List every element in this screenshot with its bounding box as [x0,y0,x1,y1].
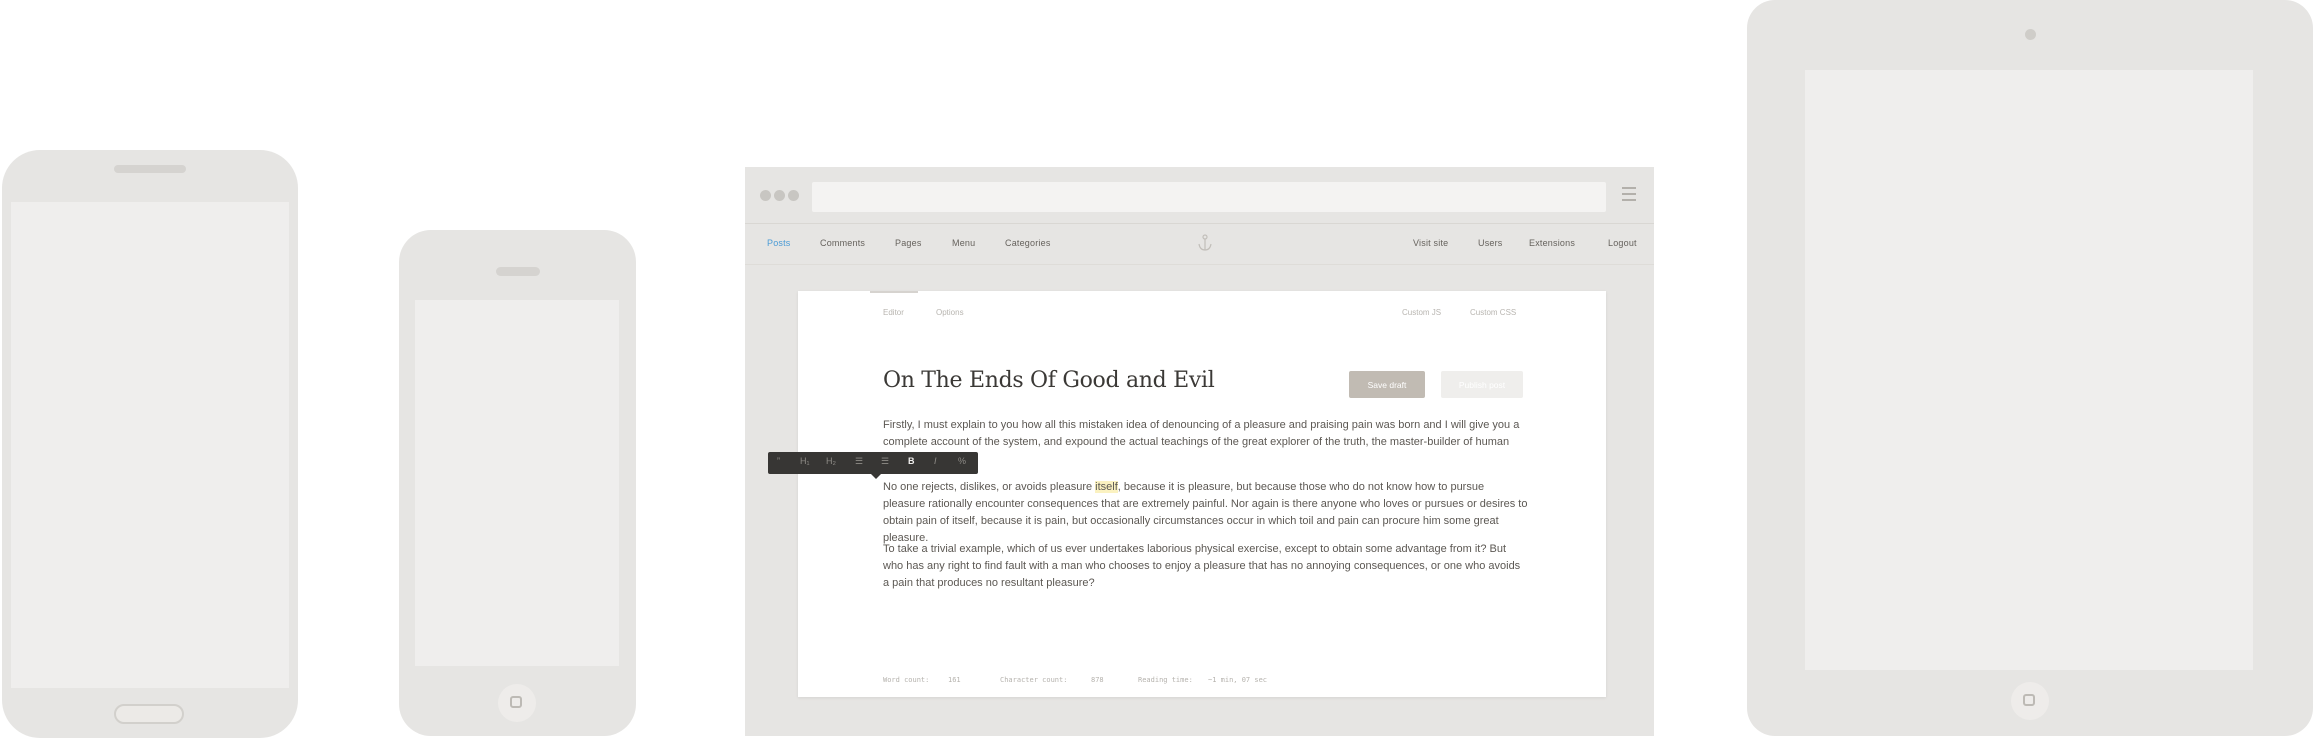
publish-post-button[interactable]: Publish post [1441,371,1523,398]
paragraph-text: To take a trivial example, which of us e… [883,543,1521,589]
paragraph-text: No one rejects, dislikes, or avoids plea… [883,481,1096,493]
android-phone-mockup [2,150,298,738]
selected-text[interactable]: itself [1095,481,1118,493]
window-dot-minimize[interactable] [774,190,785,201]
address-bar[interactable] [812,182,1606,212]
tab-custom-js[interactable]: Custom JS [1402,308,1441,317]
anchor-icon[interactable] [1197,234,1213,252]
heading-2-icon[interactable]: H₂ [826,456,836,466]
browser-chrome [745,167,1654,224]
heading-1-icon[interactable]: H₁ [800,456,810,466]
menu-icon[interactable] [1622,187,1636,201]
bold-icon[interactable]: B [908,456,915,466]
toolbar-caret [871,474,881,479]
reading-time-label: Reading time: [1138,676,1193,684]
speaker-slot [114,165,186,173]
tablet-screen [1805,70,2253,670]
camera-dot [2025,29,2036,40]
format-toolbar: ” H₁ H₂ ☰ ☰ B I % [768,452,978,479]
nav-extensions[interactable]: Extensions [1529,238,1575,248]
character-count-label: Character count: [1000,676,1068,684]
unordered-list-icon[interactable]: ☰ [881,456,889,467]
post-title[interactable]: On The Ends Of Good and Evil [883,368,1215,393]
tab-options[interactable]: Options [936,308,964,317]
window-dot-maximize[interactable] [788,190,799,201]
home-button [2011,682,2049,720]
phone-screen [415,300,619,666]
active-tab-indicator [870,291,918,293]
nav-comments[interactable]: Comments [820,238,865,248]
nav-menu[interactable]: Menu [952,238,975,248]
home-square-icon [2023,694,2035,706]
tab-custom-css[interactable]: Custom CSS [1470,308,1516,317]
home-square-icon [510,696,522,708]
link-icon[interactable]: % [958,456,966,466]
iphone-mockup [399,230,636,736]
admin-nav: Posts Comments Pages Menu Categories Vis… [745,224,1654,265]
paragraph-1[interactable]: Firstly, I must explain to you how all t… [883,417,1528,468]
nav-posts[interactable]: Posts [767,238,791,248]
phone-screen [11,202,289,688]
ipad-mockup [1747,0,2313,736]
nav-visit-site[interactable]: Visit site [1413,238,1448,248]
nav-pages[interactable]: Pages [895,238,922,248]
save-draft-button[interactable]: Save draft [1349,371,1425,398]
word-count-value: 161 [948,676,961,684]
tab-editor[interactable]: Editor [883,308,904,317]
paragraph-2[interactable]: No one rejects, dislikes, or avoids plea… [883,479,1528,547]
nav-categories[interactable]: Categories [1005,238,1051,248]
home-button [114,704,184,724]
home-button [498,684,536,722]
quote-icon[interactable]: ” [777,456,780,466]
reading-time-value: ~1 min, 07 sec [1208,676,1268,684]
window-dot-close[interactable] [760,190,771,201]
italic-icon[interactable]: I [934,456,937,466]
nav-logout[interactable]: Logout [1608,238,1637,248]
ordered-list-icon[interactable]: ☰ [855,456,863,467]
paragraph-text: Firstly, I must explain to you how all t… [883,419,1520,465]
paragraph-3[interactable]: To take a trivial example, which of us e… [883,541,1528,592]
nav-users[interactable]: Users [1478,238,1503,248]
word-count-label: Word count: [883,676,930,684]
character-count-value: 878 [1091,676,1104,684]
speaker-slot [496,267,540,276]
editor-panel: Editor Options Custom JS Custom CSS On T… [798,291,1606,697]
